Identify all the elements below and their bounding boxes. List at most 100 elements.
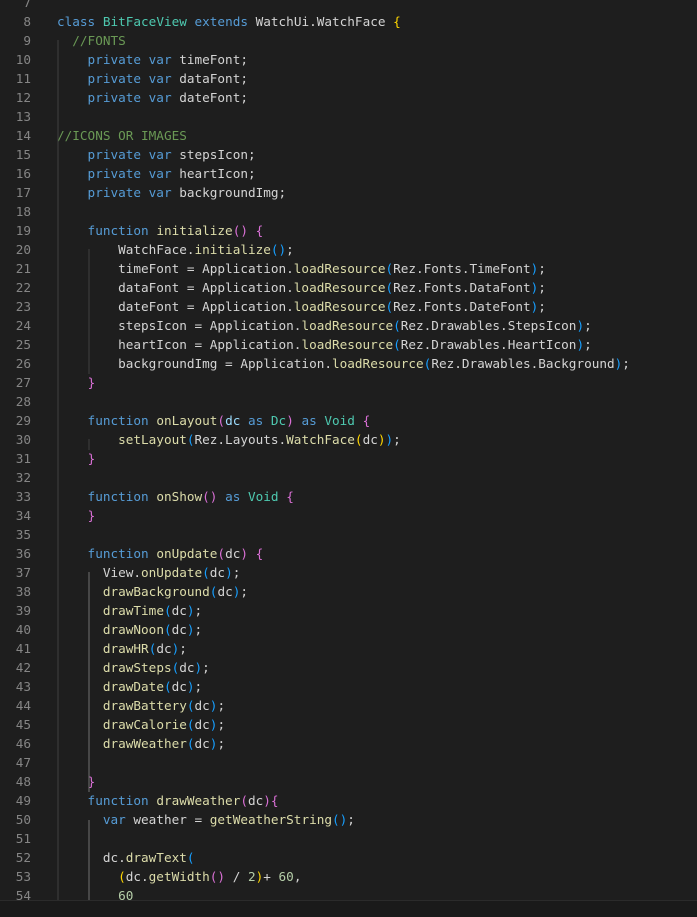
code-line[interactable]: 30 setLayout(Rez.Layouts.WatchFace(dc)); [0, 430, 697, 449]
code-line[interactable]: 19 function initialize() { [0, 221, 697, 240]
code-line[interactable]: 24 stepsIcon = Application.loadResource(… [0, 316, 697, 335]
code-line[interactable]: 49 function drawWeather(dc){ [0, 791, 697, 810]
code-token: ; [538, 280, 546, 295]
code-line[interactable]: 26 backgroundImg = Application.loadResou… [0, 354, 697, 373]
code-line[interactable]: 18 [0, 202, 697, 221]
code-line[interactable]: 44 drawBattery(dc); [0, 696, 697, 715]
code-line[interactable]: 43 drawDate(dc); [0, 677, 697, 696]
code-token: () [232, 223, 248, 238]
code-line[interactable]: 33 function onShow() as Void { [0, 487, 697, 506]
code-line[interactable]: 34 } [0, 506, 697, 525]
code-token: ; [538, 261, 546, 276]
code-line[interactable]: 15 private var stepsIcon; [0, 145, 697, 164]
code-line[interactable]: 29 function onLayout(dc as Dc) as Void { [0, 411, 697, 430]
code-line[interactable]: 25 heartIcon = Application.loadResource(… [0, 335, 697, 354]
code-line[interactable]: 42 drawSteps(dc); [0, 658, 697, 677]
code-token: drawNoon [102, 622, 164, 637]
code-line[interactable]: 32 [0, 468, 697, 487]
code-token: ( [240, 793, 248, 808]
code-line[interactable]: 47 [0, 753, 697, 772]
code-line[interactable]: 7 [0, 0, 697, 12]
code-line[interactable]: 48 } [0, 772, 697, 791]
code-line[interactable]: 51 [0, 829, 697, 848]
line-code: drawHR(dc); [57, 639, 187, 658]
line-number: 17 [15, 185, 31, 200]
code-token: timeFont = Application. [57, 261, 294, 276]
code-line[interactable]: 46 drawWeather(dc); [0, 734, 697, 753]
code-line[interactable]: 20 WatchFace.initialize(); [0, 240, 697, 259]
line-number: 25 [15, 337, 31, 352]
code-line[interactable]: 21 timeFont = Application.loadResource(R… [0, 259, 697, 278]
code-line[interactable]: 10 private var timeFont; [0, 50, 697, 69]
code-line[interactable]: 39 drawTime(dc); [0, 601, 697, 620]
code-token: onUpdate [156, 546, 218, 561]
code-token: backgroundImg = Application. [57, 356, 332, 371]
line-number: 29 [15, 413, 31, 428]
line-number: 38 [15, 584, 31, 599]
code-line[interactable]: 53 (dc.getWidth() / 2)+ 60, [0, 867, 697, 886]
code-token: dc [209, 565, 226, 580]
code-line[interactable]: 16 private var heartIcon; [0, 164, 697, 183]
code-line[interactable]: 37 View.onUpdate(dc); [0, 563, 697, 582]
code-line[interactable]: 12 private var dateFont; [0, 88, 697, 107]
line-code: function onUpdate(dc) { [57, 544, 264, 563]
code-line[interactable]: 22 dataFont = Application.loadResource(R… [0, 278, 697, 297]
code-token: dc [217, 584, 233, 599]
horizontal-scrollbar[interactable] [0, 900, 697, 917]
code-token: } [87, 774, 96, 789]
code-token: dc [194, 717, 210, 732]
code-token: getWeatherString [209, 812, 332, 827]
code-token: stepsIcon = Application. [57, 318, 302, 333]
code-line[interactable]: 8 class BitFaceView extends WatchUi.Watch… [0, 12, 697, 31]
code-token: dc [225, 413, 248, 428]
code-line[interactable]: 40 drawNoon(dc); [0, 620, 697, 639]
code-token: ; [393, 432, 401, 447]
code-token: ; [217, 698, 226, 713]
code-token: drawWeather [102, 736, 187, 751]
code-line[interactable]: 23 dateFont = Application.loadResource(R… [0, 297, 697, 316]
code-line[interactable]: 45 drawCalorie(dc); [0, 715, 697, 734]
line-number: 26 [15, 356, 31, 371]
code-line[interactable]: 28 [0, 392, 697, 411]
code-line[interactable]: 54 60 [0, 886, 697, 900]
code-token: Void [248, 489, 279, 504]
line-number: 31 [15, 451, 31, 466]
line-code: } [57, 506, 96, 525]
code-token: dc [194, 698, 210, 713]
line-code: function onShow() as Void { [57, 487, 294, 506]
code-token: ) [186, 679, 195, 694]
code-token: function [57, 489, 157, 504]
code-token: class [57, 14, 103, 29]
code-token: private var [57, 185, 180, 200]
code-line[interactable]: 11 private var dataFont; [0, 69, 697, 88]
code-line[interactable]: 36 function onUpdate(dc) { [0, 544, 697, 563]
code-line[interactable]: 9 //FONTS [0, 31, 697, 50]
code-token: extends [186, 14, 256, 29]
code-line[interactable]: 27 } [0, 373, 697, 392]
code-line[interactable]: 38 drawBackground(dc); [0, 582, 697, 601]
code-line[interactable]: 13 [0, 107, 697, 126]
code-line[interactable]: 14 //ICONS OR IMAGES [0, 126, 697, 145]
code-line[interactable]: 50 var weather = getWeatherString(); [0, 810, 697, 829]
line-number: 14 [15, 128, 31, 143]
code-line[interactable]: 31 } [0, 449, 697, 468]
line-code: function onLayout(dc as Dc) as Void { [57, 411, 371, 430]
code-token: Rez.Drawables.HeartIcon [400, 337, 577, 352]
line-number: 15 [15, 147, 31, 162]
line-number: 52 [15, 850, 31, 865]
code-editor[interactable]: 7 8 class BitFaceView extends WatchUi.Watc… [0, 0, 697, 900]
code-line[interactable]: 41 drawHR(dc); [0, 639, 697, 658]
code-token: ( [186, 850, 195, 865]
code-line[interactable]: 17 private var backgroundImg; [0, 183, 697, 202]
code-token: private var [57, 166, 180, 181]
code-line[interactable]: 52 dc.drawText( [0, 848, 697, 867]
line-number: 24 [15, 318, 31, 333]
code-token: drawText [125, 850, 187, 865]
code-token: 60 [278, 869, 294, 884]
code-line[interactable]: 35 [0, 525, 697, 544]
